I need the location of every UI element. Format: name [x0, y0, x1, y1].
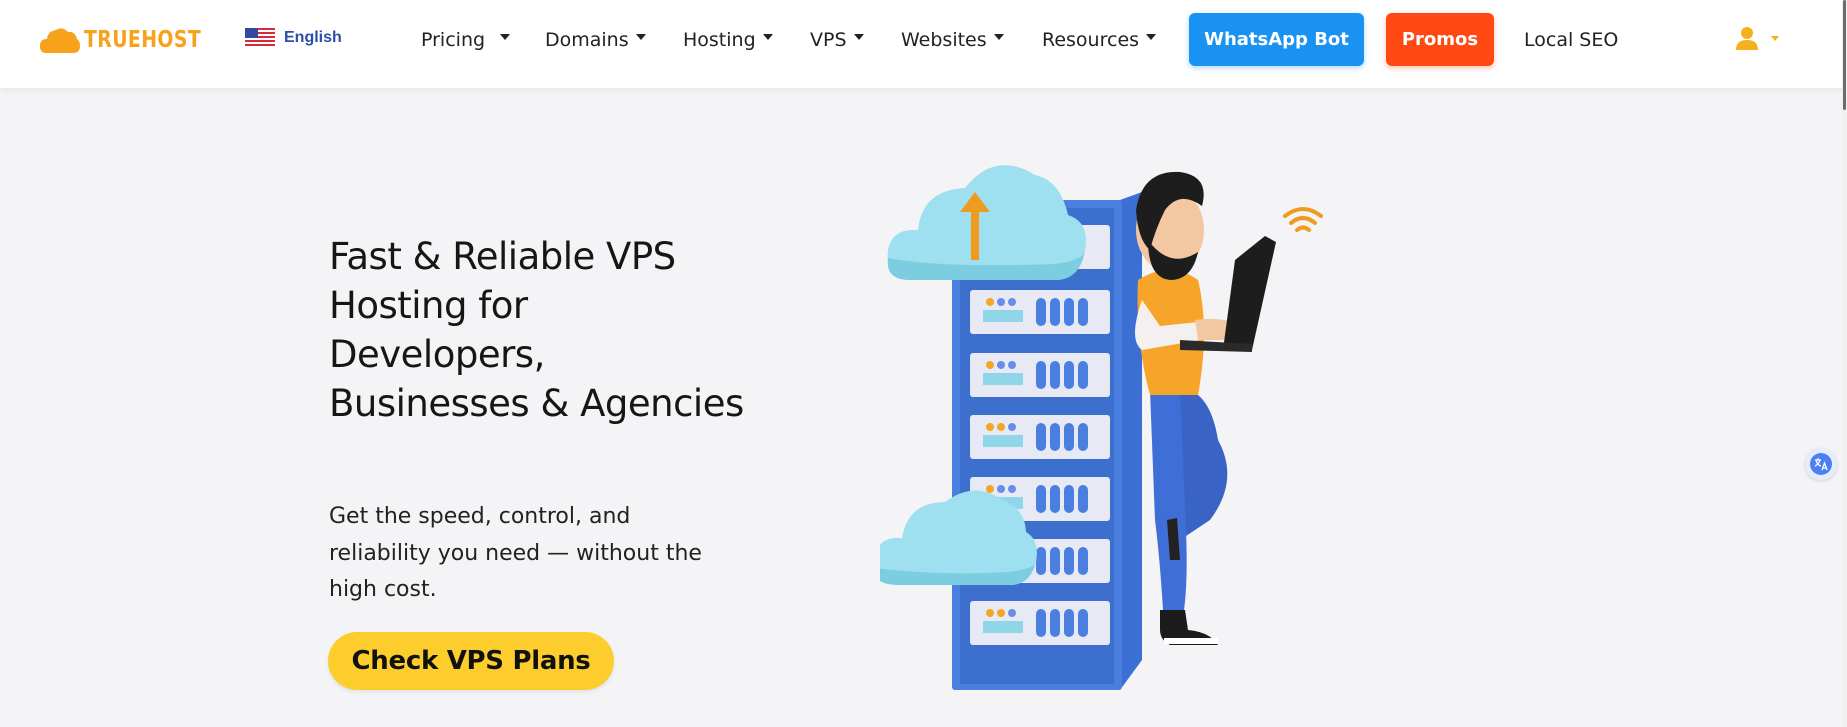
- nav-resources[interactable]: Resources: [1042, 27, 1157, 53]
- whatsapp-bot-button[interactable]: WhatsApp Bot: [1189, 13, 1364, 66]
- translate-widget[interactable]: [1805, 448, 1837, 480]
- chevron-down-icon: [1771, 35, 1779, 41]
- translate-glyph-icon: [1814, 458, 1828, 471]
- check-vps-plans-button[interactable]: Check VPS Plans: [328, 632, 614, 690]
- promos-button[interactable]: Promos: [1386, 13, 1494, 66]
- chevron-down-icon: [635, 34, 646, 40]
- nav-websites-label: Websites: [901, 29, 987, 51]
- user-menu[interactable]: [1735, 26, 1779, 50]
- chevron-down-icon: [762, 34, 773, 40]
- nav-hosting[interactable]: Hosting: [683, 27, 773, 53]
- cloud-logo-icon: [40, 28, 80, 53]
- user-icon: [1736, 27, 1758, 50]
- hero-title: Fast & Reliable VPS Hosting for Develope…: [329, 235, 744, 425]
- nav-vps-label: VPS: [810, 29, 847, 51]
- hero-subtitle: Get the speed, control, and reliability …: [329, 504, 702, 602]
- chevron-down-icon: [500, 34, 511, 40]
- translate-icon: [1810, 453, 1832, 475]
- nav-pricing-label: Pricing: [421, 29, 486, 51]
- upload-cloud-icon: [887, 165, 1086, 280]
- wifi-icon: [1283, 207, 1323, 232]
- chevron-down-icon: [1146, 34, 1157, 40]
- nav-local-seo[interactable]: Local SEO: [1524, 27, 1618, 53]
- server-developer-illustration: [880, 165, 1323, 690]
- developer-person: [1135, 171, 1276, 645]
- nav-domains[interactable]: Domains: [545, 27, 646, 53]
- truehost-logo[interactable]: TRUEHOST: [40, 22, 227, 58]
- nav-local-seo-label: Local SEO: [1524, 29, 1619, 51]
- scrollbar-thumb[interactable]: [1843, 0, 1846, 110]
- language-label: English: [284, 29, 342, 46]
- nav-resources-label: Resources: [1042, 29, 1140, 51]
- logo-text: TRUEHOST: [84, 27, 202, 53]
- nav-vps[interactable]: VPS: [810, 27, 864, 53]
- language-selector[interactable]: English: [245, 28, 342, 48]
- chevron-down-icon: [993, 34, 1004, 40]
- nav-websites[interactable]: Websites: [901, 27, 1004, 53]
- top-navbar: TRUEHOST English Pricing Domains Hosting…: [0, 0, 1847, 88]
- nav-hosting-label: Hosting: [683, 29, 756, 51]
- nav-pricing[interactable]: Pricing: [421, 27, 511, 53]
- nav-domains-label: Domains: [545, 29, 629, 51]
- chevron-down-icon: [853, 34, 864, 40]
- us-flag-icon: [245, 28, 275, 48]
